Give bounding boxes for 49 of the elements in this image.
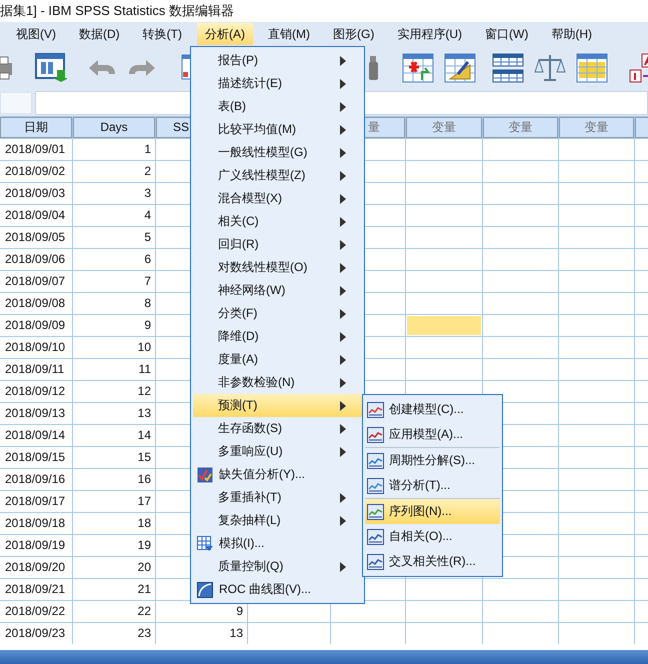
table-cell: 1 (73, 139, 155, 160)
table-cell: 5 (73, 227, 155, 248)
table-cell: 2018/09/15 (0, 447, 72, 468)
table-cell: 2018/09/16 (0, 469, 72, 490)
table-cell: 2018/09/13 (0, 403, 72, 424)
table-cell: 6 (73, 249, 155, 270)
table-cell: 2018/09/03 (0, 183, 72, 204)
table-cell: 2018/09/21 (0, 579, 72, 600)
table-cell: 2018/09/07 (0, 271, 72, 292)
table-cell: 3 (73, 183, 155, 204)
table-cell: 2018/09/19 (0, 535, 72, 556)
table-cell: 15 (73, 447, 155, 468)
table-cell: 2018/09/18 (0, 513, 72, 534)
table-cell: 2018/09/10 (0, 337, 72, 358)
table-cell: 14 (73, 425, 155, 446)
table-cell: 2 (73, 161, 155, 182)
table-cell: 2018/09/17 (0, 491, 72, 512)
table-cell: 7 (73, 271, 155, 292)
table-cell: 2018/09/08 (0, 293, 72, 314)
table-cell: 2018/09/05 (0, 227, 72, 248)
table-cell: 21 (73, 579, 155, 600)
table-cell: 8 (73, 293, 155, 314)
window-title: 据集1] - IBM SPSS Statistics 数据编辑器 (0, 2, 236, 20)
table-cell: 13 (156, 623, 247, 644)
table-cell: 2018/09/02 (0, 161, 72, 182)
table-cell: 22 (73, 601, 155, 622)
table-cell: 2018/09/11 (0, 359, 72, 380)
table-cell: 2018/09/06 (0, 249, 72, 270)
table-cell: 9 (156, 601, 247, 622)
table-cell: 2018/09/12 (0, 381, 72, 402)
table-cell: 23 (73, 623, 155, 644)
table-cell: 18 (73, 513, 155, 534)
table-cell: 2018/09/04 (0, 205, 72, 226)
table-cell: 12 (73, 381, 155, 402)
table-cell: 16 (73, 469, 155, 490)
table-cell: 20 (73, 557, 155, 578)
table-cell: 2018/09/14 (0, 425, 72, 446)
table-cell: 19 (73, 535, 155, 556)
table-cell: 11 (73, 359, 155, 380)
table-cell: 17 (73, 491, 155, 512)
table-cell: 10 (73, 337, 155, 358)
table-cell: 4 (73, 205, 155, 226)
table-cell: 9 (73, 315, 155, 336)
table-cell: 2018/09/01 (0, 139, 72, 160)
table-cell: 2018/09/23 (0, 623, 72, 644)
table-cell: 2018/09/09 (0, 315, 72, 336)
table-cell: 13 (73, 403, 155, 424)
table-cell: 2018/09/20 (0, 557, 72, 578)
table-cell: 2018/09/22 (0, 601, 72, 622)
